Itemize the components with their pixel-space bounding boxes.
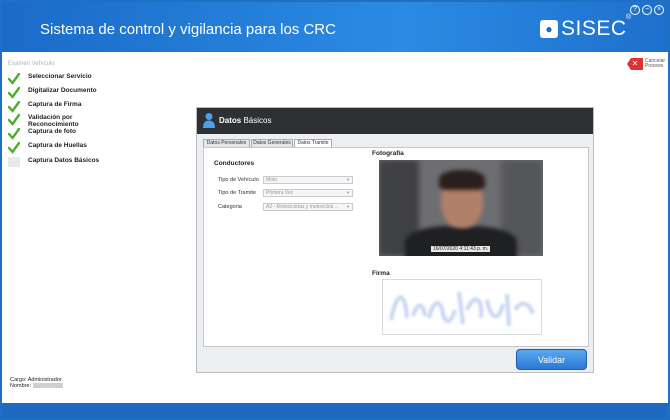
panel-title-rest: Básicos xyxy=(243,116,272,125)
dropdown-arrow-icon: ▼ xyxy=(346,204,350,209)
dropdown-arrow-icon: ▼ xyxy=(346,177,350,182)
field-label-tipo-tramite: Tipo de Tramite xyxy=(218,190,257,196)
step-label: Digitalizar Documento xyxy=(28,87,97,94)
panel-title: Datos Básicos xyxy=(219,116,271,125)
captured-photo: 16/07/2020 4:11:43 p. m. xyxy=(379,160,543,256)
panel-title-bold: Datos xyxy=(219,116,242,125)
tipo-vehiculo-select[interactable]: Moto ▼ xyxy=(263,176,353,184)
step-digitalizar-documento: Digitalizar Documento xyxy=(8,87,108,99)
dropdown-arrow-icon: ▼ xyxy=(346,190,350,195)
panel-header: Datos Básicos xyxy=(197,108,593,134)
check-icon xyxy=(8,87,20,99)
logo-text: SISEC xyxy=(561,17,627,40)
sidebar-title: Examen Vehículo xyxy=(8,61,55,67)
photo-timestamp: 16/07/2020 4:11:43 p. m. xyxy=(431,246,491,252)
step-label: Captura Datos Básicos xyxy=(28,157,100,164)
help-icon[interactable]: ? xyxy=(630,5,640,15)
step-captura-firma: Captura de Firma xyxy=(8,101,108,113)
field-label-tipo-vehiculo: Tipo de Vehículo xyxy=(218,177,259,183)
step-seleccionar-servicio: Seleccionar Servicio xyxy=(8,73,108,85)
check-icon xyxy=(8,142,20,154)
step-captura-datos-basicos: Captura Datos Básicos xyxy=(8,157,108,167)
select-value: A2 - Motocicletas y motociclos ... xyxy=(266,204,339,210)
check-icon xyxy=(8,114,20,126)
step-captura-huellas: Captura de Huellas xyxy=(8,142,108,154)
pending-step-icon xyxy=(8,157,20,167)
cancel-label: Cancelar Proceso xyxy=(645,58,666,69)
step-label: Validación por Reconocimiento xyxy=(28,114,79,128)
person-icon xyxy=(203,113,215,128)
logo-badge-icon: ● xyxy=(540,20,558,38)
step-captura-foto: Captura de foto xyxy=(8,128,108,140)
check-icon xyxy=(8,101,20,113)
step-validacion-reconocimiento: Validación por Reconocimiento xyxy=(8,114,108,128)
cancel-process-button[interactable]: ✕ Cancelar Proceso xyxy=(627,58,667,70)
categoria-select[interactable]: A2 - Motocicletas y motociclos ... ▼ xyxy=(263,203,353,211)
window-controls: ? − × xyxy=(630,5,664,15)
signature-title: Firma xyxy=(372,270,390,277)
user-nombre: Nombre: xyxy=(10,383,63,389)
user-nombre-label: Nombre: xyxy=(10,383,32,389)
bottom-bar xyxy=(2,403,668,418)
signature-strokes-icon xyxy=(389,291,535,327)
section-title-conductores: Conductores xyxy=(214,160,255,167)
signature-image xyxy=(382,279,542,335)
cancel-icon: ✕ xyxy=(627,58,643,70)
step-label: Captura de Firma xyxy=(28,101,82,108)
step-label: Captura de foto xyxy=(28,128,77,135)
logo-badge-glyph: ● xyxy=(545,22,553,36)
app-title: Sistema de control y vigilancia para los… xyxy=(40,21,336,38)
header-bar: Sistema de control y vigilancia para los… xyxy=(2,2,668,52)
user-name-redacted xyxy=(32,383,63,389)
tipo-tramite-select[interactable]: Primera Vez ▼ xyxy=(263,189,353,197)
select-value: Moto xyxy=(266,177,278,183)
registered-mark: ® xyxy=(626,14,632,21)
step-label: Seleccionar Servicio xyxy=(28,73,92,80)
check-icon xyxy=(8,128,20,140)
user-info: Cargo: Administrador Nombre: xyxy=(10,377,63,389)
close-icon[interactable]: × xyxy=(654,5,664,15)
sisec-logo: ● SISEC xyxy=(540,17,627,41)
validar-button[interactable]: Validar xyxy=(516,349,587,370)
select-value: Primera Vez xyxy=(266,190,294,196)
field-label-categoria: Categoria xyxy=(218,204,242,210)
minimize-icon[interactable]: − xyxy=(642,5,652,15)
app-window: Sistema de control y vigilancia para los… xyxy=(0,0,670,420)
check-icon xyxy=(8,73,20,85)
step-label: Captura de Huellas xyxy=(28,142,87,149)
photo-title: Fotografía xyxy=(372,150,404,157)
